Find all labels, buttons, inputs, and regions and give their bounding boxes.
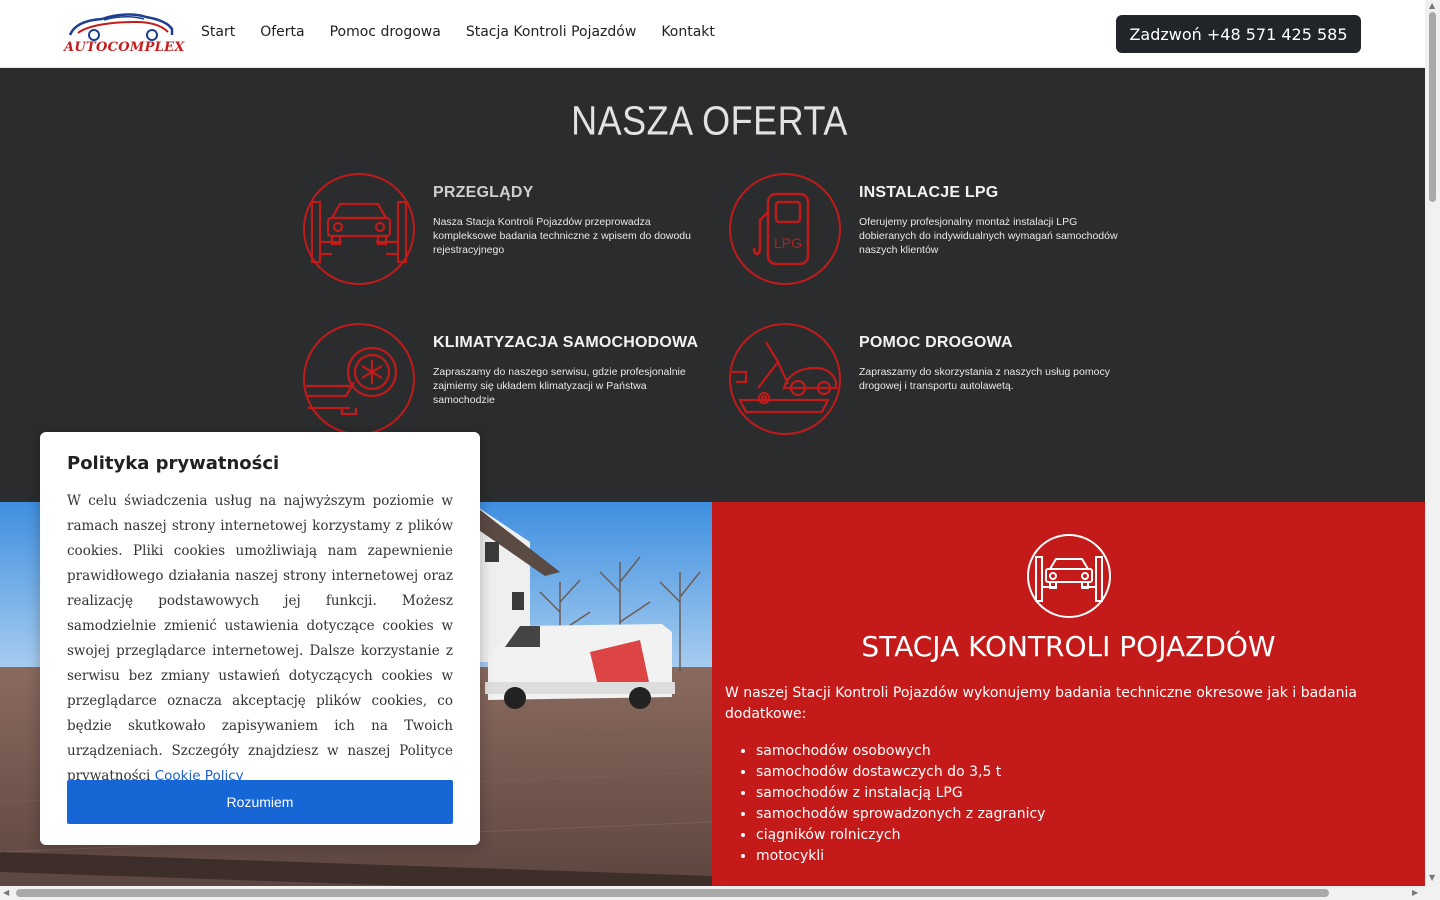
scroll-up-icon[interactable]: ▲ <box>1429 1 1435 11</box>
main-nav: Start Oferta Pomoc drogowa Stacja Kontro… <box>201 24 715 40</box>
nav-start[interactable]: Start <box>201 24 235 40</box>
station-intro: W naszej Stacji Kontroli Pojazdów wykonu… <box>725 685 1357 722</box>
service-title: INSTALACJE LPG <box>859 184 999 201</box>
nav-pomoc-drogowa[interactable]: Pomoc drogowa <box>330 24 441 40</box>
vertical-scrollbar[interactable]: ▲ ▼ <box>1425 0 1440 886</box>
accept-cookies-button[interactable]: Rozumiem <box>67 780 453 824</box>
nav-stacja-kontroli[interactable]: Stacja Kontroli Pojazdów <box>466 24 636 40</box>
lpg-icon-label: LPG <box>774 235 802 251</box>
cookie-body: W celu świadczenia usług na najwyższym p… <box>67 493 453 784</box>
scroll-left-icon[interactable]: ◀ <box>3 888 9 898</box>
list-item: ciągników rolniczych <box>756 825 1045 846</box>
list-item: samochodów dostawczych do 3,5 t <box>756 762 1045 783</box>
service-title: PRZEGLĄDY <box>433 184 534 201</box>
call-button[interactable]: Zadzwoń +48 571 425 585 <box>1116 15 1361 53</box>
car-lift-icon <box>303 173 415 285</box>
service-description: Oferujemy profesjonalny montaż instalacj… <box>859 216 1118 256</box>
station-vehicle-list: samochodów osobowych samochodów dostawcz… <box>756 741 1045 867</box>
cookie-title: Polityka prywatności <box>67 453 280 474</box>
autocomplex-logo[interactable]: AUTOCOMPLEX <box>64 11 185 59</box>
service-description: Nasza Stacja Kontroli Pojazdów przeprowa… <box>433 216 691 256</box>
lpg-pump-icon: LPG <box>729 173 841 285</box>
list-item: motocykli <box>756 846 1045 867</box>
station-section: STACJA KONTROLI POJAZDÓW W naszej Stacji… <box>712 502 1425 886</box>
scroll-right-icon[interactable]: ▶ <box>1412 888 1418 898</box>
offer-title: NASZA OFERTA <box>571 97 848 144</box>
navbar: AUTOCOMPLEX Start Oferta Pomoc drogowa S… <box>0 0 1425 68</box>
tow-truck-icon <box>729 323 841 435</box>
list-item: samochodów sprowadzonych z zagranicy <box>756 804 1045 825</box>
cookie-consent-dialog: Polityka prywatności W celu świadczenia … <box>40 432 480 845</box>
logo-text: AUTOCOMPLEX <box>64 40 185 55</box>
list-item: samochodów osobowych <box>756 741 1045 762</box>
service-title: KLIMATYZACJA SAMOCHODOWA <box>433 334 699 351</box>
car-logo-icon <box>68 13 174 41</box>
nav-oferta[interactable]: Oferta <box>260 24 304 40</box>
list-item: samochodów z instalacją LPG <box>756 783 1045 804</box>
service-description: Zapraszamy do naszego serwisu, gdzie pro… <box>433 366 686 406</box>
car-lift-icon <box>1027 534 1111 618</box>
service-description: Zapraszamy do skorzystania z naszych usł… <box>859 366 1110 392</box>
vertical-scrollbar-thumb[interactable] <box>1429 12 1436 202</box>
car-ac-snowflake-icon <box>303 323 415 435</box>
horizontal-scrollbar-thumb[interactable] <box>16 889 1329 897</box>
nav-kontakt[interactable]: Kontakt <box>661 24 715 40</box>
horizontal-scrollbar[interactable]: ◀ ▶ <box>0 886 1440 900</box>
scroll-down-icon[interactable]: ▼ <box>1429 873 1435 883</box>
service-title: POMOC DROGOWA <box>859 334 1013 351</box>
station-title: STACJA KONTROLI POJAZDÓW <box>861 630 1276 663</box>
cookie-text: W celu świadczenia usług na najwyższym p… <box>67 489 453 789</box>
